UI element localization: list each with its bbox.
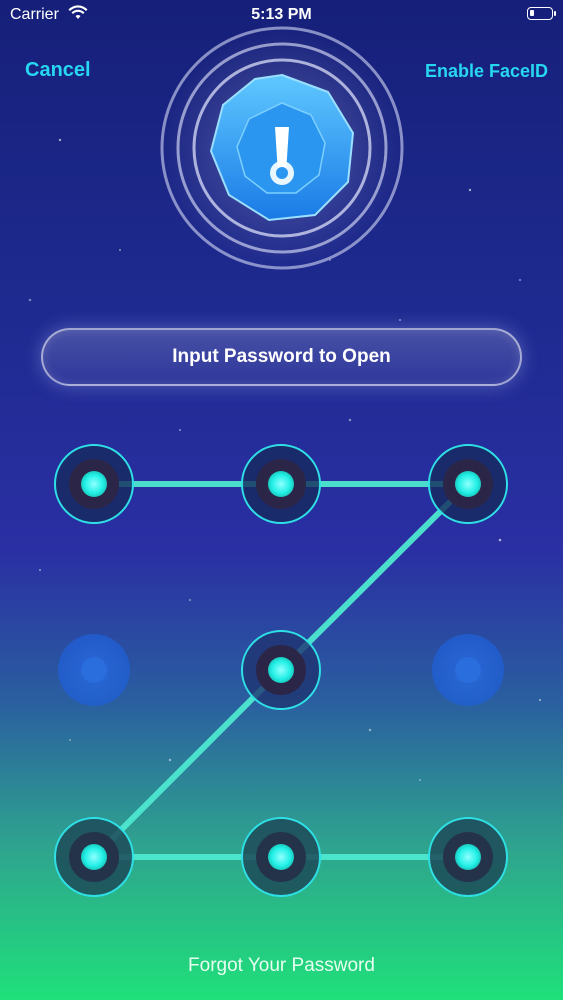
pattern-node-9[interactable] <box>428 817 508 897</box>
pattern-node-4[interactable] <box>58 634 130 706</box>
forgot-password-link[interactable]: Forgot Your Password <box>0 955 563 977</box>
pattern-node-1[interactable] <box>54 444 134 524</box>
pattern-node-2[interactable] <box>241 444 321 524</box>
pattern-lock-grid[interactable] <box>0 0 563 1000</box>
pattern-node-5[interactable] <box>241 630 321 710</box>
pattern-node-6[interactable] <box>432 634 504 706</box>
pattern-node-8[interactable] <box>241 817 321 897</box>
pattern-node-7[interactable] <box>54 817 134 897</box>
pattern-node-3[interactable] <box>428 444 508 524</box>
